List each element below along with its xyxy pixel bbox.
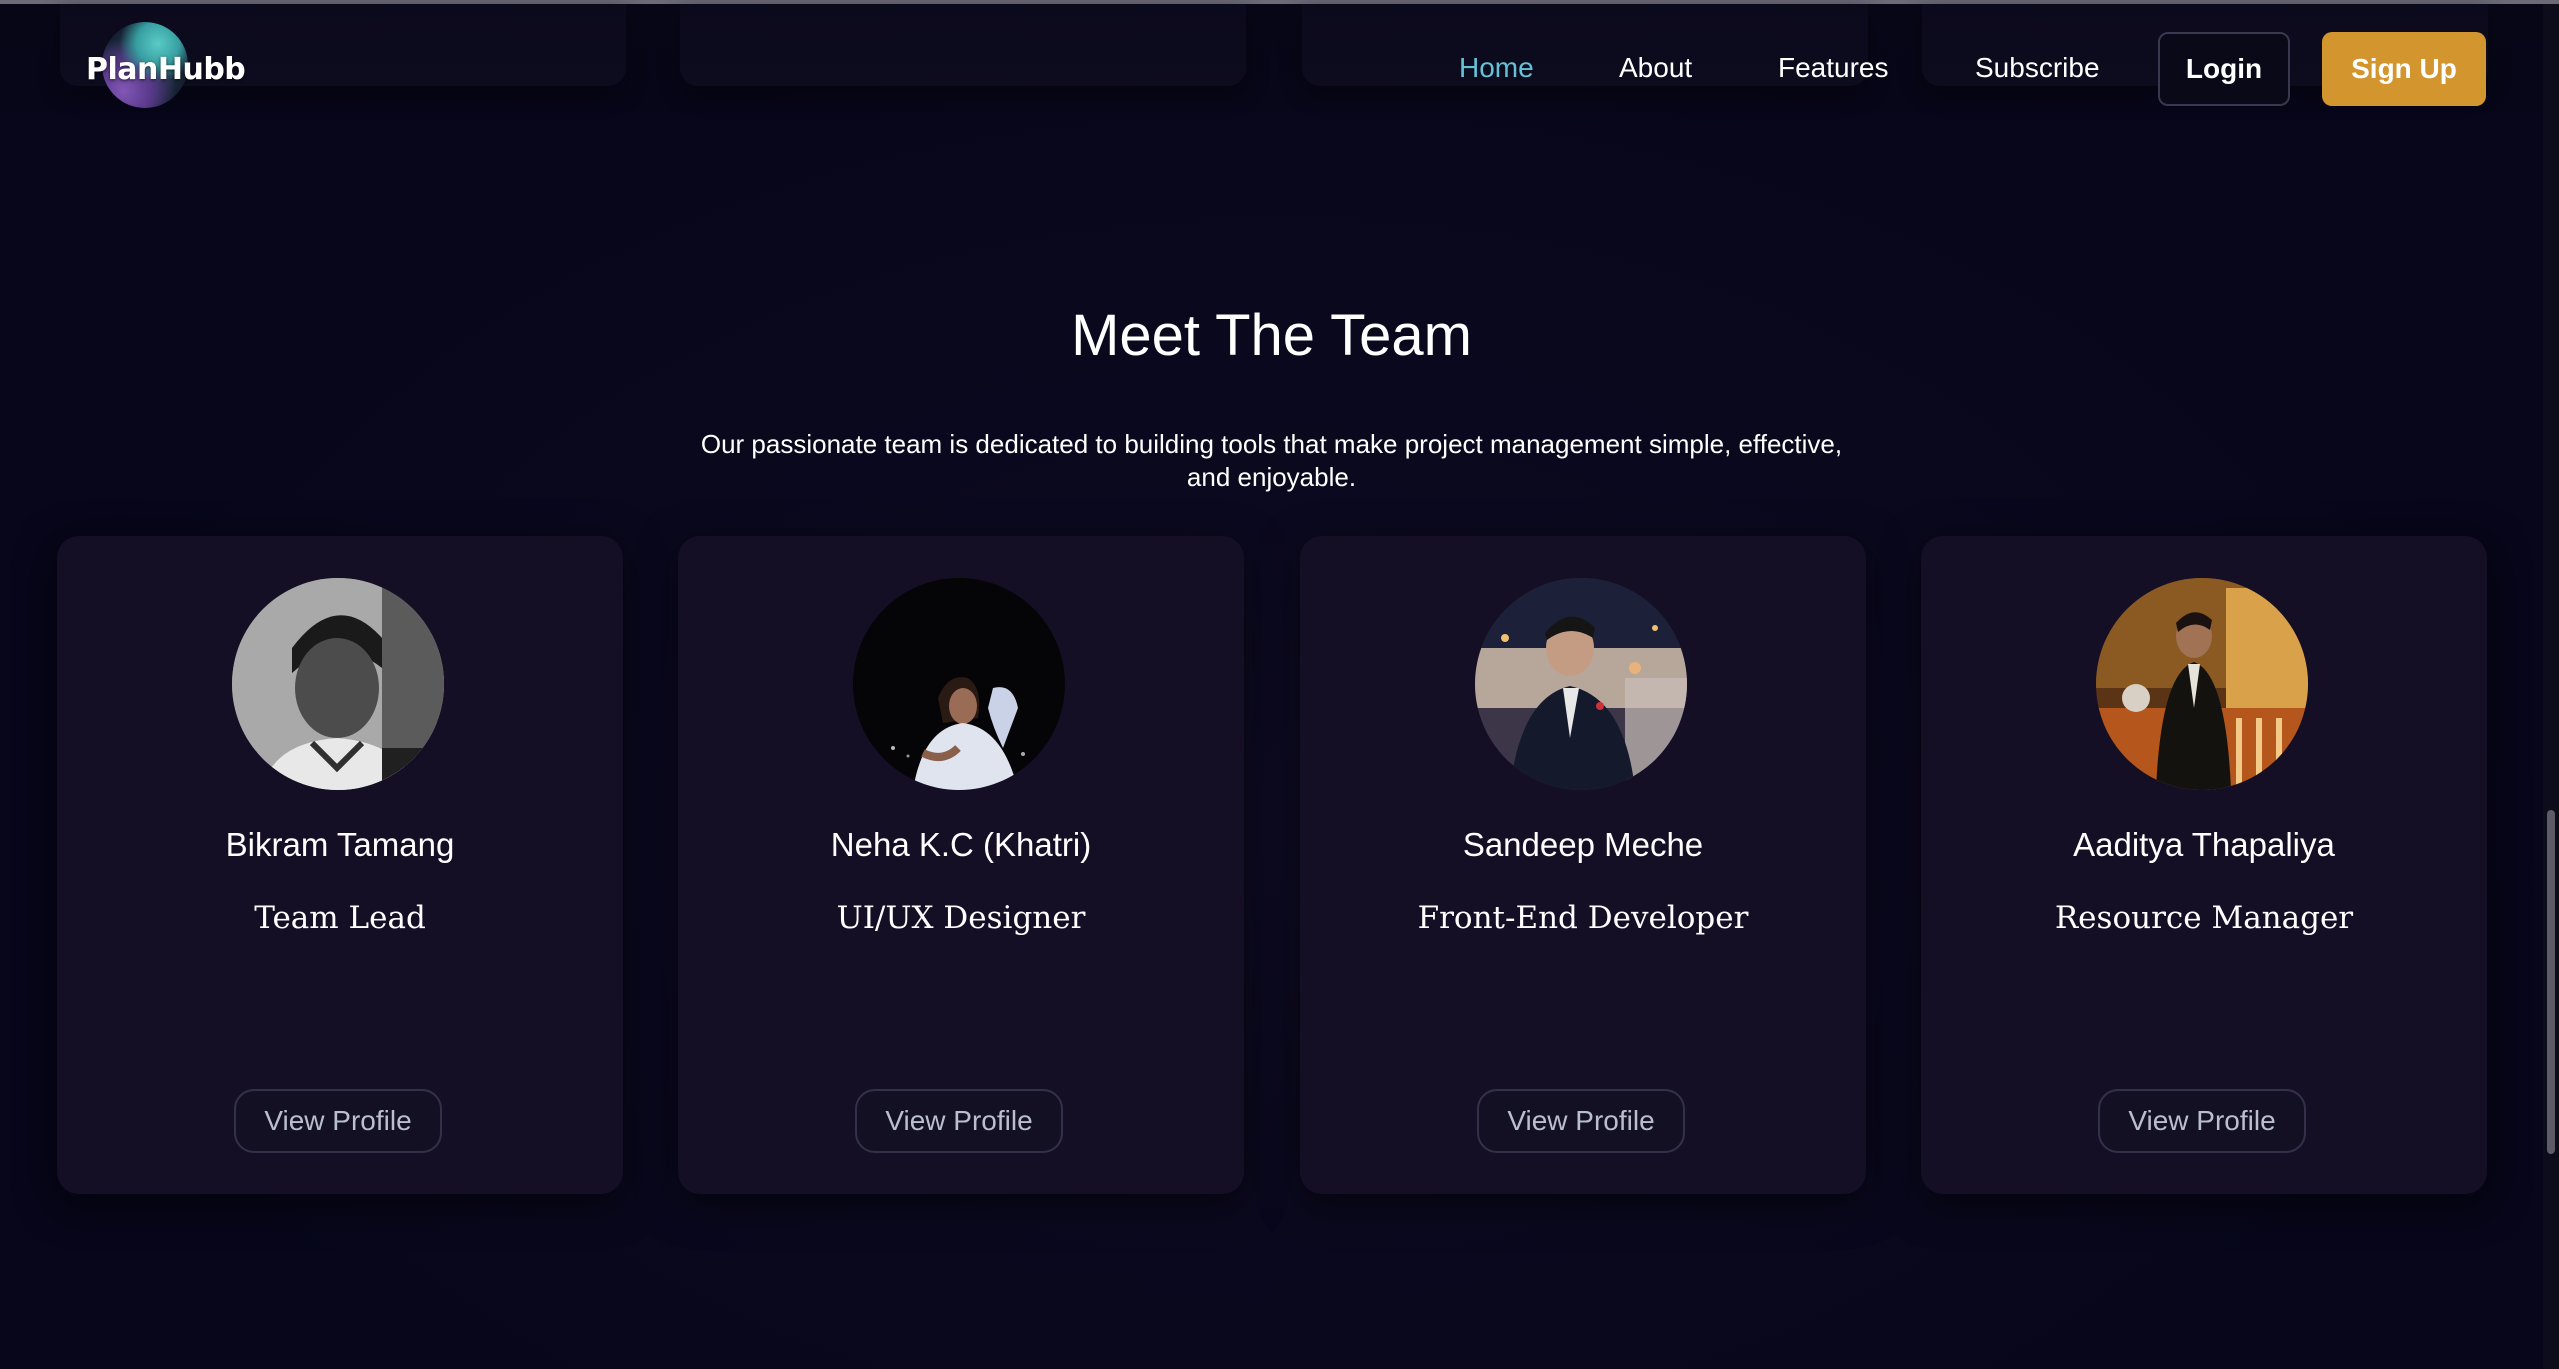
view-profile-button[interactable]: View Profile bbox=[2098, 1089, 2306, 1153]
nav-link-about[interactable]: About bbox=[1619, 52, 1692, 84]
team-card-sandeep: Sandeep Meche Front-End Developer View P… bbox=[1300, 536, 1866, 1194]
signup-button[interactable]: Sign Up bbox=[2322, 32, 2486, 106]
member-name: Aaditya Thapaliya bbox=[2073, 826, 2335, 863]
member-role: Front-End Developer bbox=[1417, 900, 1749, 936]
logo-text: PlanHubb bbox=[86, 52, 246, 87]
login-button[interactable]: Login bbox=[2158, 32, 2290, 106]
team-card-neha: Neha K.C (Khatri) UI/UX Designer View Pr… bbox=[678, 536, 1244, 1194]
member-avatar bbox=[1475, 578, 1687, 790]
brand-logo[interactable]: PlanHubb bbox=[84, 22, 246, 112]
section-title: Meet The Team bbox=[1071, 303, 1472, 368]
member-photo-sandeep bbox=[1475, 578, 1687, 790]
nav-link-home[interactable]: Home bbox=[1459, 52, 1534, 84]
section-description: Our passionate team is dedicated to buil… bbox=[700, 429, 1843, 492]
nav-link-features[interactable]: Features bbox=[1778, 52, 1889, 84]
view-profile-button[interactable]: View Profile bbox=[1477, 1089, 1685, 1153]
member-role: UI/UX Designer bbox=[836, 900, 1086, 936]
team-card-bikram: Bikram Tamang Team Lead View Profile bbox=[57, 536, 623, 1194]
page-scrollbar[interactable] bbox=[2543, 4, 2559, 1369]
member-photo-bikram bbox=[232, 578, 444, 790]
member-name: Sandeep Meche bbox=[1462, 826, 1704, 863]
member-avatar bbox=[853, 578, 1065, 790]
member-photo-neha bbox=[853, 578, 1065, 790]
team-card-aaditya: Aaditya Thapaliya Resource Manager View … bbox=[1921, 536, 2487, 1194]
member-name: Neha K.C (Khatri) bbox=[830, 826, 1092, 863]
member-role: Team Lead bbox=[254, 900, 426, 936]
member-name: Bikram Tamang bbox=[225, 826, 455, 863]
view-profile-button[interactable]: View Profile bbox=[855, 1089, 1063, 1153]
view-profile-button[interactable]: View Profile bbox=[234, 1089, 442, 1153]
member-role: Resource Manager bbox=[2054, 900, 2354, 936]
page-background: PlanHubb Home About Features Subscribe L… bbox=[0, 0, 2559, 1369]
scrollbar-thumb[interactable] bbox=[2547, 810, 2555, 1154]
member-avatar bbox=[2096, 578, 2308, 790]
member-avatar bbox=[232, 578, 444, 790]
member-photo-aaditya bbox=[2096, 578, 2308, 790]
nav-link-subscribe[interactable]: Subscribe bbox=[1975, 52, 2100, 84]
